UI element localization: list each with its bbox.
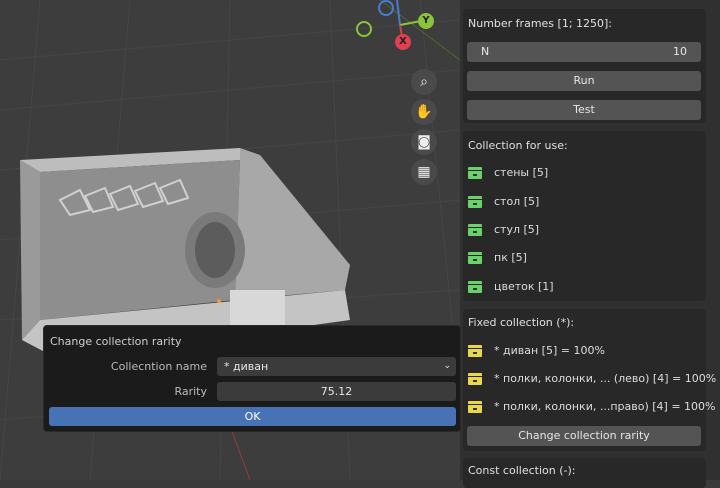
chevron-down-icon: ⌄ [443,361,451,371]
const-label: Const collection (-): [468,464,576,477]
collection-icon [468,401,482,413]
test-button[interactable]: Test [467,100,701,120]
collection-name-select[interactable]: * диван ⌄ [217,357,456,376]
item-label: пк [5] [494,251,527,264]
collection-icon [468,281,482,293]
item-label: стол [5] [494,195,540,208]
grid-perspective-icon[interactable]: ▦ [411,159,437,185]
rarity-label: Rarity [174,385,207,398]
rarity-field[interactable]: 75.12 [217,382,456,401]
hand-pan-icon[interactable]: ✋ [411,99,437,125]
gizmo-x-axis[interactable]: X [395,34,411,50]
gizmo-y-axis[interactable]: Y [418,13,434,29]
item-label: цветок [1] [494,280,554,293]
list-item[interactable]: цветок [1] [468,278,554,296]
fixed-label: Fixed collection (*): [468,316,575,329]
n-value: 10 [673,45,687,58]
list-item[interactable]: * полки, колонки, ...право) [4] = 100% [468,398,716,416]
run-button[interactable]: Run [467,71,701,91]
item-label: стул [5] [494,223,540,236]
item-label: стены [5] [494,166,549,179]
list-item[interactable]: стены [5] [468,164,548,182]
list-item[interactable]: пк [5] [468,249,527,267]
collection-icon [468,196,482,208]
collection-icon [468,224,482,236]
collection-icon [468,373,482,385]
change-rarity-button[interactable]: Change collection rarity [467,426,701,446]
sidebar: Number frames [1; 1250]: N 10 Run Test C… [460,0,720,488]
list-item[interactable]: * диван [5] = 100% [468,342,605,360]
list-item[interactable]: стол [5] [468,193,539,211]
frames-label: Number frames [1; 1250]: [468,17,613,30]
dialog-title: Change collection rarity [50,335,182,348]
use-label: Collection for use: [468,139,568,152]
item-label: * диван [5] = 100% [494,344,605,357]
item-label: * полки, колонки, ... (лево) [4] = 100% [494,372,717,385]
change-rarity-dialog: Change collection rarity Collecntion nam… [43,325,461,432]
n-field[interactable]: N 10 [467,42,701,62]
ok-button[interactable]: OK [49,407,456,426]
camera-icon[interactable]: ◙ [411,129,437,155]
collection-icon [468,345,482,357]
name-label: Collecntion name [110,360,207,373]
list-item[interactable]: стул [5] [468,221,539,239]
collection-icon [468,167,482,179]
frames-panel: Number frames [1; 1250]: N 10 Run Test [463,9,706,123]
collection-icon [468,252,482,264]
name-value: * диван [224,360,269,373]
const-panel: Const collection (-): [463,458,706,488]
n-label: N [481,45,490,58]
fixed-panel: Fixed collection (*): * диван [5] = 100%… [463,309,716,451]
item-label: * полки, колонки, ...право) [4] = 100% [494,400,716,413]
use-panel: Collection for use: стены [5] стол [5] с… [463,131,706,301]
zoom-icon[interactable]: ⌕ [411,69,437,95]
list-item[interactable]: * полки, колонки, ... (лево) [4] = 100% [468,370,716,388]
